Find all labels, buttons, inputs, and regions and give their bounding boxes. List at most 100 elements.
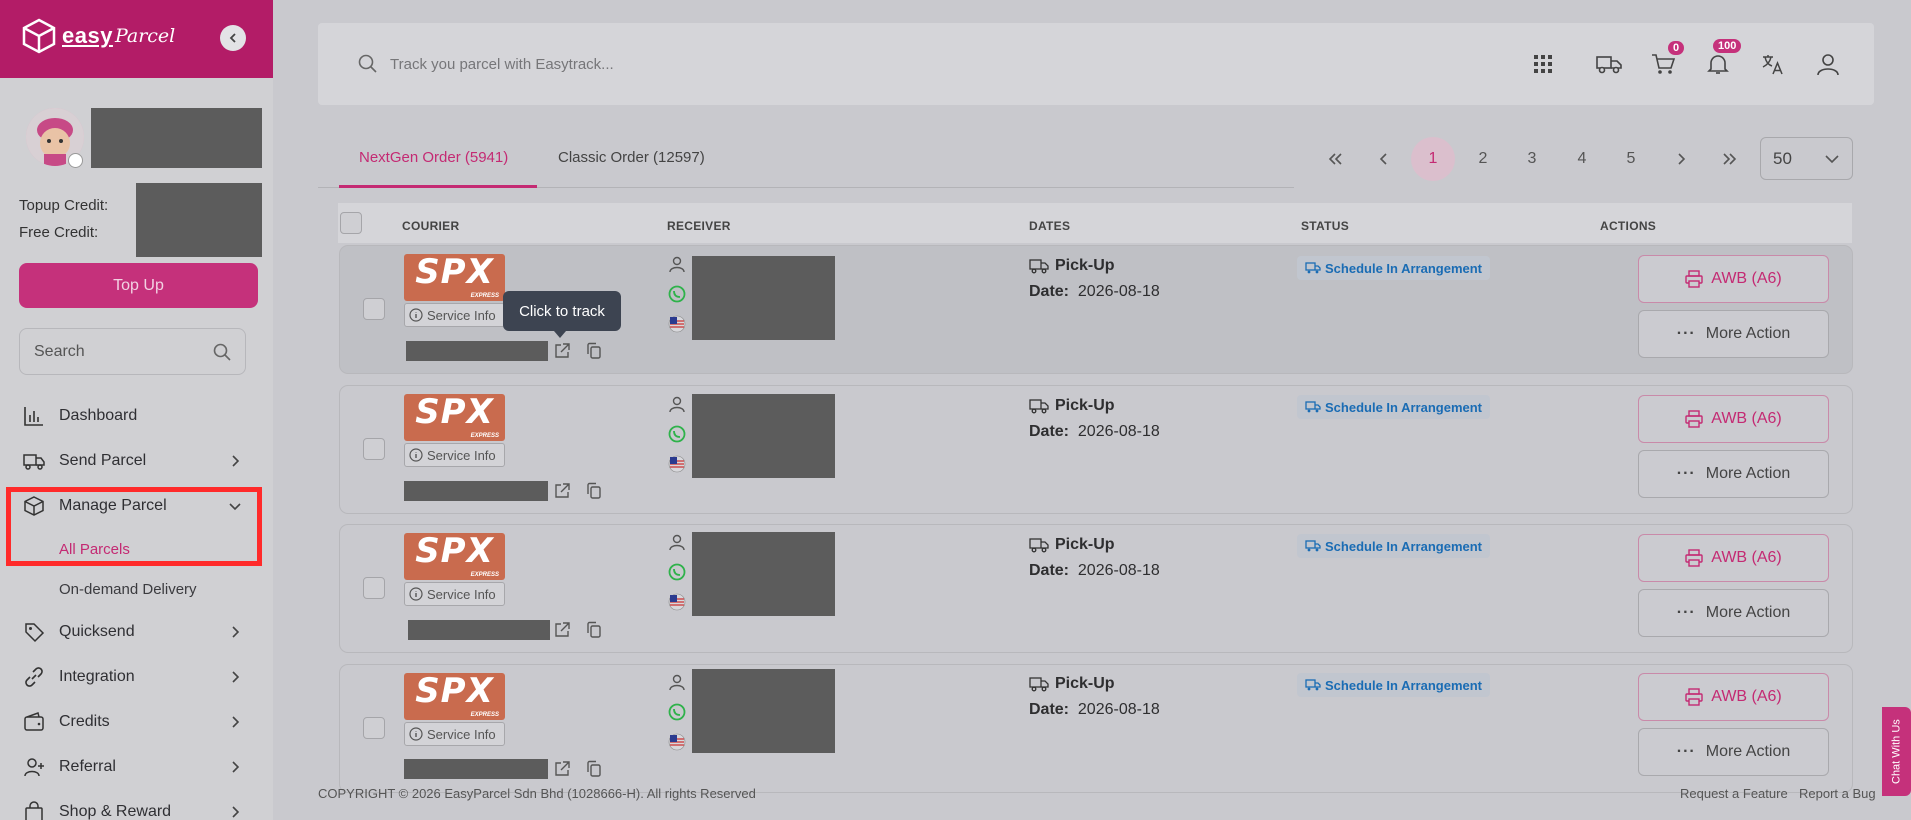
sidebar-item-send-parcel[interactable]: Send Parcel — [0, 441, 273, 481]
report-bug-link[interactable]: Report a Bug — [1799, 786, 1876, 801]
page-4-button[interactable]: 4 — [1560, 137, 1604, 181]
external-link-icon[interactable] — [553, 760, 571, 778]
table-row[interactable]: SPX EXPRESS Service Info Pick-Up Date: 2… — [339, 385, 1853, 514]
row-checkbox[interactable] — [363, 717, 385, 739]
tab-classic-order[interactable]: Classic Order (12597) — [558, 149, 705, 166]
chevron-right-icon — [232, 761, 240, 773]
next-page-button[interactable] — [1659, 137, 1703, 181]
copy-icon[interactable] — [585, 482, 603, 500]
service-info-button[interactable]: Service Info — [404, 303, 505, 327]
topup-credit-label: Topup Credit: — [19, 197, 109, 214]
sidebar-item-label: Quicksend — [59, 623, 135, 640]
sidebar-item-dashboard[interactable]: Dashboard — [0, 396, 273, 436]
flag-malaysia-icon — [668, 733, 686, 751]
last-page-button[interactable] — [1708, 137, 1752, 181]
chevron-right-icon — [1678, 153, 1686, 165]
courier-logo: SPX EXPRESS — [404, 394, 505, 441]
date-type: Pick-Up — [1029, 257, 1115, 275]
date-type-label: Pick-Up — [1055, 536, 1115, 553]
more-action-button[interactable]: ··· More Action — [1638, 728, 1829, 776]
pickup-date: Date: 2026-08-18 — [1029, 701, 1160, 719]
redacted-receiver-details — [692, 532, 835, 616]
external-link-icon[interactable] — [553, 621, 571, 639]
more-action-button[interactable]: ··· More Action — [1638, 589, 1829, 637]
chat-with-us-button[interactable]: Chat With Us — [1882, 707, 1911, 796]
language-button[interactable] — [1758, 49, 1788, 79]
sidebar-item-label: Integration — [59, 668, 135, 685]
page-5-button[interactable]: 5 — [1609, 137, 1653, 181]
status-badge: Schedule In Arrangement — [1297, 256, 1490, 280]
truck-icon — [1305, 679, 1321, 691]
apps-grid-button[interactable] — [1528, 49, 1558, 79]
printer-icon — [1685, 270, 1703, 288]
copy-icon[interactable] — [585, 342, 603, 360]
info-icon — [409, 448, 423, 462]
print-awb-button[interactable]: AWB (A6) — [1638, 673, 1829, 721]
service-info-label: Service Info — [427, 586, 496, 602]
cart-button[interactable]: 0 — [1648, 41, 1685, 79]
delivery-button[interactable] — [1594, 49, 1624, 79]
brand-logo[interactable]: easy Parcel — [22, 18, 175, 54]
collapse-sidebar-button[interactable] — [220, 25, 246, 51]
notifications-button[interactable]: 100 — [1703, 39, 1742, 79]
service-info-button[interactable]: Service Info — [404, 443, 505, 467]
track-search-input[interactable]: Track you parcel with Easytrack... — [358, 23, 614, 105]
courier-name: SPX — [415, 392, 494, 432]
per-page-select[interactable]: 50 — [1760, 137, 1853, 180]
service-info-label: Service Info — [427, 307, 496, 323]
awb-label: AWB (A6) — [1711, 549, 1782, 566]
courier-name: SPX — [415, 252, 494, 292]
sidebar-item-referral[interactable]: Referral — [0, 747, 273, 787]
status-badge: Schedule In Arrangement — [1297, 673, 1490, 697]
status-text: Schedule In Arrangement — [1325, 260, 1482, 276]
redacted-username — [91, 108, 262, 168]
row-checkbox[interactable] — [363, 577, 385, 599]
more-action-button[interactable]: ··· More Action — [1638, 450, 1829, 498]
more-action-button[interactable]: ··· More Action — [1638, 310, 1829, 358]
prev-page-button[interactable] — [1362, 137, 1406, 181]
chevron-right-icon — [232, 455, 240, 467]
sidebar-item-label: Send Parcel — [59, 452, 147, 469]
table-row[interactable]: SPX EXPRESS Service Info Pick-Up Date: 2… — [339, 524, 1853, 653]
flag-icon — [68, 153, 83, 168]
copy-icon[interactable] — [585, 760, 603, 778]
profile-button[interactable] — [1813, 49, 1843, 79]
service-info-button[interactable]: Service Info — [404, 722, 505, 746]
row-checkbox[interactable] — [363, 438, 385, 460]
external-link-icon[interactable] — [553, 482, 571, 500]
service-info-button[interactable]: Service Info — [404, 582, 505, 606]
sidebar-item-on-demand-delivery[interactable]: On-demand Delivery — [59, 581, 197, 598]
flag-malaysia-icon — [668, 593, 686, 611]
page-3-button[interactable]: 3 — [1510, 137, 1554, 181]
sidebar-item-shop-reward[interactable]: Shop & Reward — [0, 792, 273, 820]
truck-icon — [23, 454, 45, 470]
select-all-checkbox[interactable] — [340, 212, 362, 234]
date-type-label: Pick-Up — [1055, 675, 1115, 692]
sidebar-item-integration[interactable]: Integration — [0, 657, 273, 697]
sidebar-search-input[interactable]: Search — [19, 328, 246, 375]
sidebar-item-credits[interactable]: Credits — [0, 702, 273, 742]
request-feature-link[interactable]: Request a Feature — [1680, 786, 1788, 801]
link-icon — [25, 667, 43, 687]
more-dots-icon: ··· — [1676, 325, 1696, 342]
flag-malaysia-icon — [668, 455, 686, 473]
courier-logo: SPX EXPRESS — [404, 254, 505, 301]
top-up-button[interactable]: Top Up — [19, 263, 258, 308]
wallet-icon — [24, 712, 44, 731]
print-awb-button[interactable]: AWB (A6) — [1638, 255, 1829, 303]
page-1-button[interactable]: 1 — [1411, 137, 1455, 181]
tab-nextgen-order[interactable]: NextGen Order (5941) — [359, 149, 508, 166]
external-link-icon[interactable] — [553, 342, 571, 360]
print-awb-button[interactable]: AWB (A6) — [1638, 395, 1829, 443]
user-icon — [669, 534, 685, 551]
row-checkbox[interactable] — [363, 298, 385, 320]
whatsapp-icon — [668, 703, 686, 721]
first-page-button[interactable] — [1313, 137, 1357, 181]
page-2-button[interactable]: 2 — [1461, 137, 1505, 181]
table-row[interactable]: SPX EXPRESS Service Info Pick-Up Date: 2… — [339, 664, 1853, 793]
info-icon — [409, 308, 423, 322]
sidebar-item-quicksend[interactable]: Quicksend — [0, 612, 273, 652]
more-action-label: More Action — [1705, 325, 1791, 342]
copy-icon[interactable] — [585, 621, 603, 639]
print-awb-button[interactable]: AWB (A6) — [1638, 534, 1829, 582]
